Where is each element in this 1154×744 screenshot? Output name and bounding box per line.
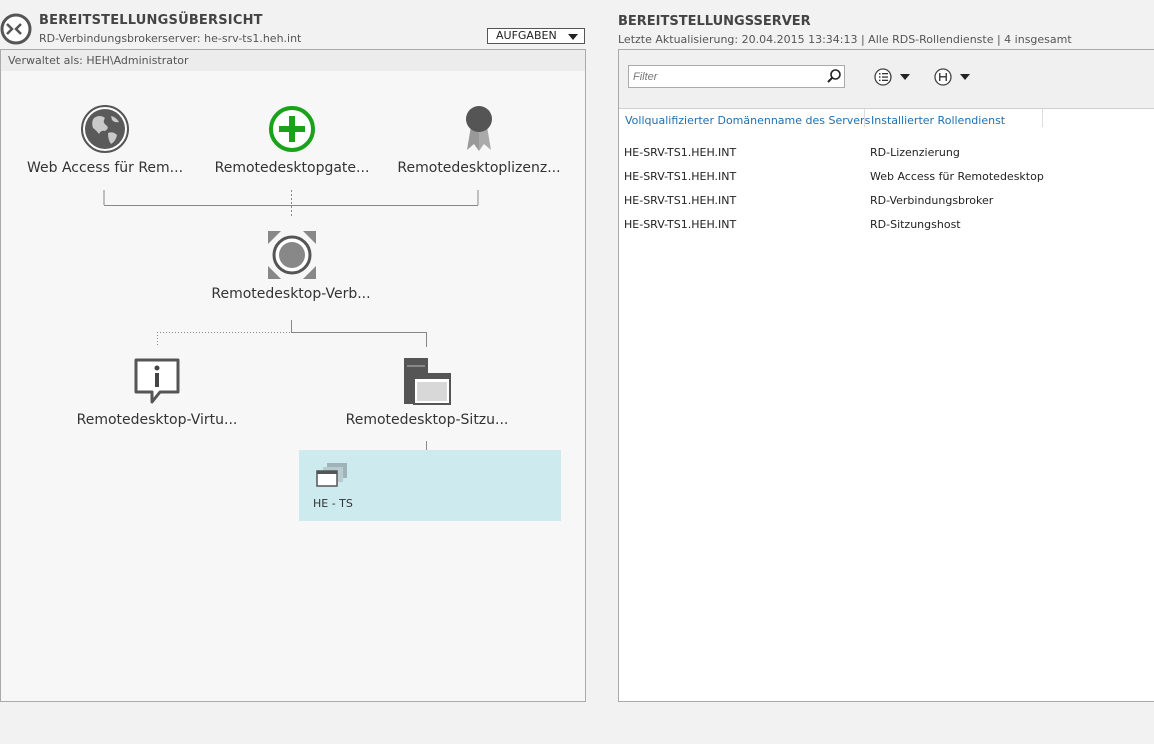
- filter-input[interactable]: [628, 65, 845, 88]
- cell-role: RD-Lizenzierung: [870, 146, 960, 159]
- list-options-icon[interactable]: [873, 67, 913, 87]
- node-virtualization-label: Remotedesktop-Virtu...: [76, 412, 238, 428]
- node-licensing[interactable]: Remotedesktoplizenz...: [394, 102, 564, 182]
- table-row[interactable]: HE-SRV-TS1.HEH.INT RD-Lizenzierung: [619, 141, 1154, 165]
- session-host-icon: [404, 358, 451, 405]
- cell-role: Web Access für Remotedesktop: [870, 170, 1044, 183]
- column-divider[interactable]: [1042, 109, 1043, 127]
- info-speech-icon: [134, 358, 180, 404]
- column-divider[interactable]: [864, 109, 865, 127]
- servers-title: BEREITSTELLUNGSSERVER: [618, 14, 811, 29]
- node-session-host[interactable]: Remotedesktop-Sitzu...: [342, 354, 512, 434]
- collection-label: HE - TS: [313, 497, 353, 510]
- cell-fqdn: HE-SRV-TS1.HEH.INT: [624, 170, 737, 183]
- save-options-icon[interactable]: [933, 67, 973, 87]
- table-row[interactable]: HE-SRV-TS1.HEH.INT RD-Sitzungshost: [619, 213, 1154, 237]
- node-virtualization[interactable]: Remotedesktop-Virtu...: [72, 354, 242, 434]
- node-web-access[interactable]: Web Access für Rem...: [20, 102, 190, 182]
- column-header-role[interactable]: Installierter Rollendienst: [871, 114, 1005, 127]
- collection-windows-icon: [316, 463, 347, 487]
- add-circle-icon: [269, 106, 315, 152]
- node-gateway-label: Remotedesktopgate...: [214, 160, 370, 176]
- cell-fqdn: HE-SRV-TS1.HEH.INT: [624, 218, 737, 231]
- broker-icon: [268, 231, 316, 279]
- node-broker-label: Remotedesktop-Verb...: [211, 286, 371, 302]
- node-web-access-label: Web Access für Rem...: [26, 160, 184, 176]
- cell-role: RD-Verbindungsbroker: [870, 194, 994, 207]
- collection-tile-he-ts[interactable]: [299, 450, 561, 521]
- servers-subtitle: Letzte Aktualisierung: 20.04.2015 13:34:…: [618, 33, 1072, 46]
- search-icon[interactable]: [826, 68, 842, 84]
- table-row[interactable]: HE-SRV-TS1.HEH.INT RD-Verbindungsbroker: [619, 189, 1154, 213]
- node-gateway[interactable]: Remotedesktopgate...: [207, 102, 377, 182]
- column-header-fqdn[interactable]: Vollqualifizierter Domänenname des Serve…: [625, 114, 870, 127]
- node-licensing-label: Remotedesktoplizenz...: [397, 160, 561, 176]
- node-session-host-label: Remotedesktop-Sitzu...: [345, 412, 509, 428]
- node-broker[interactable]: Remotedesktop-Verb...: [206, 228, 376, 308]
- cell-fqdn: HE-SRV-TS1.HEH.INT: [624, 146, 737, 159]
- award-ribbon-icon: [466, 106, 492, 151]
- table-row[interactable]: HE-SRV-TS1.HEH.INT Web Access für Remote…: [619, 165, 1154, 189]
- globe-icon: [81, 105, 129, 153]
- cell-role: RD-Sitzungshost: [870, 218, 961, 231]
- cell-fqdn: HE-SRV-TS1.HEH.INT: [624, 194, 737, 207]
